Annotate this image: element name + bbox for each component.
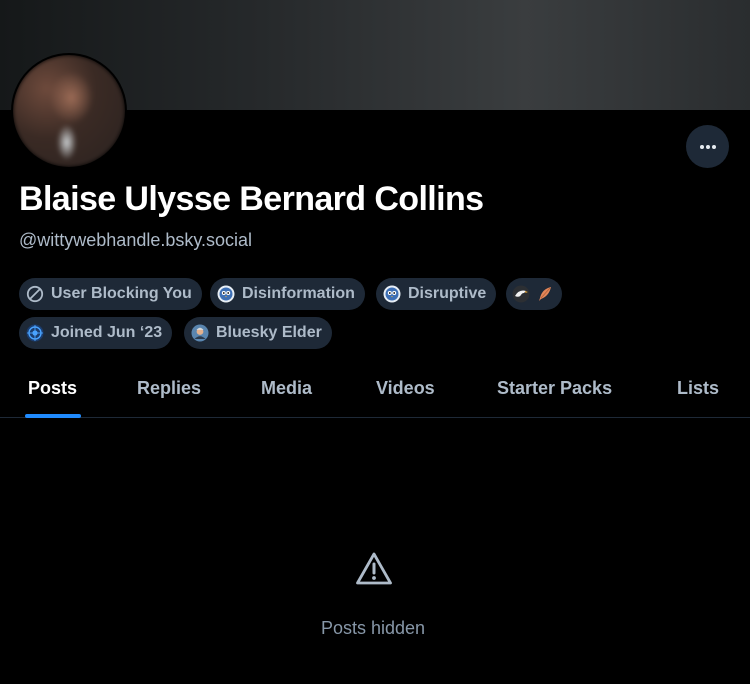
badge-globe-icon	[26, 324, 44, 342]
tab-starter-packs[interactable]: Starter Packs	[497, 362, 612, 418]
tabs-divider	[0, 417, 750, 418]
labeler-owl-icon	[383, 285, 401, 303]
label-user-blocking-you[interactable]: User Blocking You	[19, 278, 202, 310]
profile-handle: @wittywebhandle.bsky.social	[19, 230, 253, 250]
tab-media[interactable]: Media	[261, 362, 312, 418]
avatar-image	[13, 55, 125, 167]
posts-hidden-message: Posts hidden	[320, 618, 426, 638]
label-text: Joined Jun ‘23	[51, 324, 163, 341]
label-text: Disruptive	[408, 285, 487, 302]
profile-tabs: Posts Replies Media Videos Starter Packs…	[0, 362, 750, 418]
label-text: Disinformation	[242, 285, 355, 302]
display-name: Blaise Ulysse Bernard Collins	[19, 180, 484, 218]
tab-posts[interactable]: Posts	[28, 362, 77, 418]
more-options-button[interactable]	[686, 125, 729, 168]
labeler-owl-icon	[217, 285, 235, 303]
tab-replies[interactable]: Replies	[137, 362, 201, 418]
warning-triangle-icon	[356, 552, 392, 585]
avatar[interactable]	[11, 53, 127, 169]
tab-videos[interactable]: Videos	[376, 362, 435, 418]
label-joined[interactable]: Joined Jun ‘23	[19, 317, 173, 349]
label-icons-only[interactable]	[506, 278, 562, 310]
label-text: User Blocking You	[51, 285, 192, 302]
label-bluesky-elder[interactable]: Bluesky Elder	[184, 317, 332, 349]
label-disruptive[interactable]: Disruptive	[376, 278, 497, 310]
feather-icon	[536, 285, 554, 303]
block-icon	[26, 285, 44, 303]
active-tab-indicator	[25, 414, 81, 418]
eagle-icon	[512, 285, 530, 303]
tab-lists[interactable]: Lists	[677, 362, 719, 418]
label-text: Bluesky Elder	[216, 324, 322, 341]
label-disinformation[interactable]: Disinformation	[210, 278, 365, 310]
ellipsis-icon	[699, 144, 716, 149]
elder-avatar-icon	[191, 324, 209, 342]
